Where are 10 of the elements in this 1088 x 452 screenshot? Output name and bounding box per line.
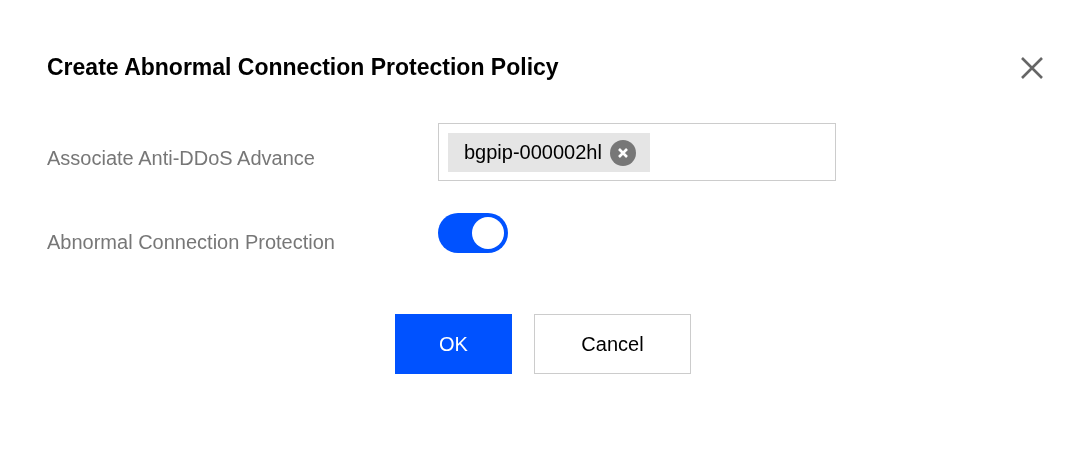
dialog-title: Create Abnormal Connection Protection Policy (47, 54, 559, 81)
close-icon[interactable] (1019, 54, 1045, 81)
ok-button[interactable]: OK (395, 314, 512, 374)
cancel-button[interactable]: Cancel (534, 314, 691, 374)
toggle-switch[interactable] (438, 213, 508, 253)
remove-icon[interactable] (609, 139, 636, 166)
field-label: Associate Anti-DDoS Advance (47, 146, 316, 170)
tag-text: bgpip-000002hl (464, 141, 602, 164)
tag-input-field[interactable]: bgpip-000002hl (438, 123, 836, 181)
field-label: Abnormal Connection Protection (47, 230, 336, 254)
